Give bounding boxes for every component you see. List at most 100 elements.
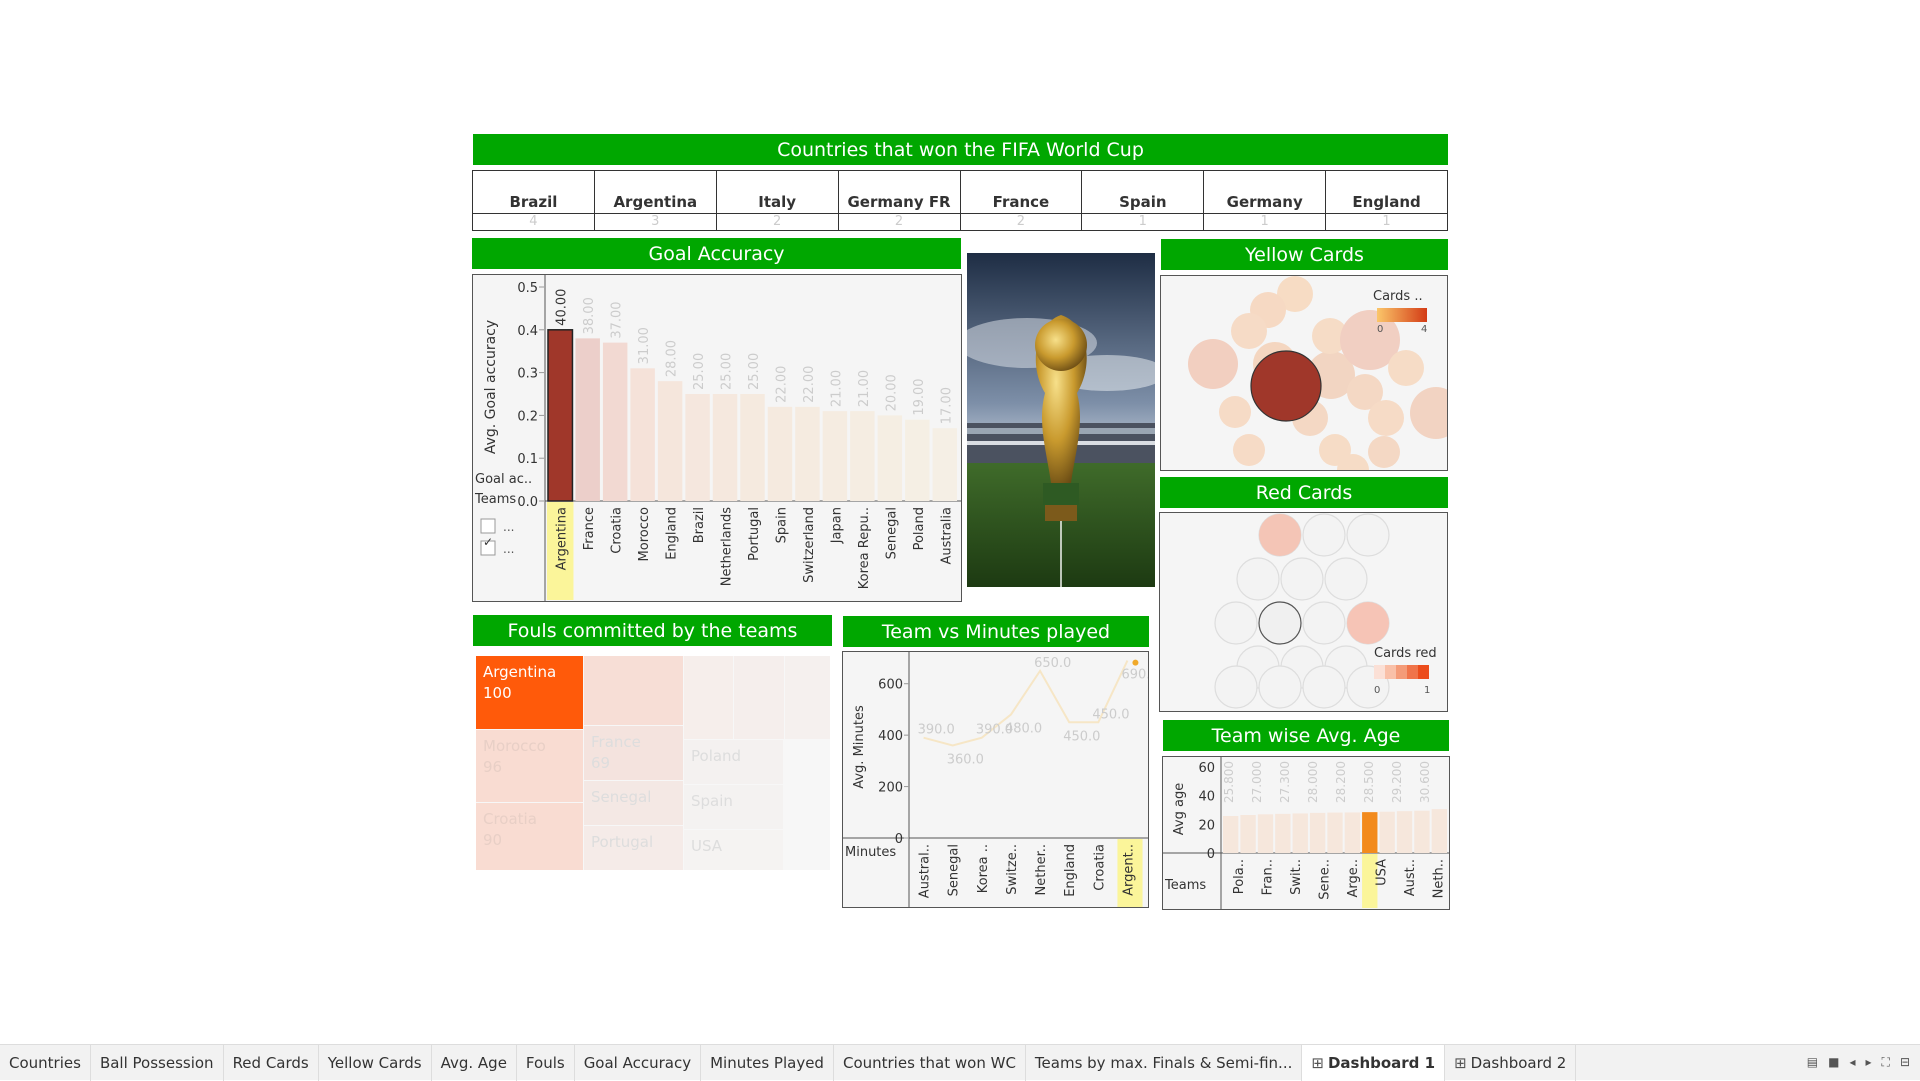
yellow-card-bubble[interactable] — [1188, 339, 1238, 389]
treemap-cell-2[interactable] — [684, 656, 733, 739]
goal-accuracy-chart[interactable]: Avg. Goal accuracy 0.0 0.1 0.2 0.3 0.4 0.5 Goal… — [473, 275, 961, 601]
treemap-cell-morocco[interactable]: Morocco 96 — [476, 730, 583, 802]
red-card-bubble[interactable] — [1280, 557, 1324, 601]
sheet-tab[interactable]: Avg. Age — [432, 1044, 517, 1081]
sheet-tab[interactable]: ⊞ Dashboard 1 — [1302, 1044, 1446, 1081]
red-card-bubble[interactable] — [1302, 601, 1346, 645]
sheet-tab[interactable]: Ball Possession — [91, 1044, 224, 1081]
treemap-cell-spain[interactable]: Spain — [684, 785, 783, 829]
goal-bar-brazil[interactable] — [685, 394, 710, 501]
treemap-cell-croatia[interactable]: Croatia 90 — [476, 803, 583, 870]
fullscreen-icon[interactable]: ⛶ — [1882, 1055, 1890, 1070]
grid-view-icon[interactable]: ▤ — [1807, 1055, 1818, 1070]
yellow-cards-bubbles[interactable]: Cards .. 0 4 — [1161, 276, 1462, 486]
age-bar[interactable] — [1223, 816, 1239, 853]
red-card-bubble[interactable] — [1346, 513, 1390, 557]
present-icon[interactable]: ⊟ — [1900, 1055, 1910, 1070]
goal-bar-switzerland[interactable] — [795, 406, 820, 501]
red-card-bubble[interactable] — [1214, 665, 1258, 709]
age-bar[interactable] — [1362, 812, 1378, 853]
minutes-line-chart[interactable]: Avg. Minutes0200400600Minutes390.0Austra… — [843, 652, 1159, 907]
yellow-card-bubble[interactable] — [1250, 350, 1322, 422]
goal-bar-spain[interactable] — [767, 406, 793, 501]
red-card-bubble[interactable] — [1324, 557, 1368, 601]
goal-bar-netherlands[interactable] — [712, 394, 738, 501]
yellow-card-bubble[interactable] — [1388, 350, 1424, 386]
champion-argentina[interactable]: Argentina 3 — [594, 171, 717, 230]
yellow-card-bubble[interactable] — [1410, 387, 1462, 439]
champion-germany-fr[interactable]: Germany FR 2 — [838, 171, 961, 230]
age-bar[interactable] — [1275, 813, 1291, 853]
sheet-tab[interactable]: Teams by max. Finals & Semi-fin... — [1026, 1044, 1303, 1081]
champion-germany[interactable]: Germany 1 — [1204, 171, 1327, 230]
goal-bar-japan[interactable] — [822, 411, 848, 501]
treemap-cell-4[interactable] — [785, 656, 830, 739]
champion-italy[interactable]: Italy 2 — [716, 171, 839, 230]
treemap-cell-usa[interactable]: USA — [684, 830, 783, 870]
yellow-card-bubble[interactable] — [1231, 313, 1267, 349]
sheet-tab[interactable]: Goal Accuracy — [575, 1044, 702, 1081]
sheet-tab[interactable]: Countries — [0, 1044, 91, 1081]
red-card-bubble[interactable] — [1258, 601, 1302, 645]
sheet-tab[interactable]: Fouls — [517, 1044, 575, 1081]
treemap-cell-france[interactable]: France 69 — [584, 726, 683, 780]
age-bar[interactable] — [1327, 812, 1343, 853]
goal-bar-croatia[interactable] — [602, 342, 628, 501]
champion-france[interactable]: France 2 — [960, 171, 1083, 230]
champion-brazil[interactable]: Brazil 4 — [473, 171, 595, 230]
yellow-card-bubble[interactable] — [1368, 436, 1400, 468]
red-card-bubble[interactable] — [1302, 665, 1346, 709]
treemap-cell-portugal[interactable]: Portugal — [584, 826, 683, 870]
age-bar[interactable] — [1414, 810, 1430, 853]
treemap-cell-3[interactable] — [734, 656, 784, 739]
red-card-bubble[interactable] — [1214, 601, 1258, 645]
champion-england[interactable]: England 1 — [1326, 171, 1447, 230]
treemap-cell-1[interactable] — [584, 656, 683, 725]
next-sheet-icon[interactable]: ▸ — [1866, 1055, 1872, 1070]
age-bar[interactable] — [1257, 814, 1274, 853]
prev-sheet-icon[interactable]: ◂ — [1849, 1055, 1855, 1070]
age-bar[interactable] — [1344, 812, 1361, 853]
red-card-bubble[interactable] — [1302, 513, 1346, 557]
treemap-cell-senegal[interactable]: Senegal — [584, 781, 683, 825]
red-cards-bubbles[interactable]: Cards red 0 1 — [1160, 513, 1447, 711]
goal-bar-argentina[interactable] — [547, 329, 574, 502]
goal-bar-france[interactable] — [575, 338, 600, 501]
yellow-card-bubble[interactable] — [1368, 400, 1404, 436]
goal-bar-poland[interactable] — [905, 419, 930, 501]
age-bar-chart[interactable]: Avg age 0 20 40 60 Teams 25.800 27.000 27.300 28.… — [1163, 757, 1449, 909]
age-bar[interactable] — [1309, 812, 1326, 853]
age-bar[interactable] — [1431, 809, 1447, 853]
single-view-icon[interactable]: ■ — [1828, 1055, 1839, 1070]
yellow-card-bubble[interactable] — [1233, 434, 1265, 466]
sheet-tab[interactable]: Countries that won WC — [834, 1044, 1026, 1081]
goal-bar-senegal[interactable] — [877, 415, 903, 501]
age-bar[interactable] — [1396, 811, 1413, 853]
treemap-cell-poland[interactable]: Poland — [684, 740, 783, 784]
treemap-cell-argentina[interactable]: Argentina 100 — [476, 656, 583, 729]
goal-bar-england[interactable] — [657, 381, 683, 501]
sheet-tabs-bar: Countries Ball Possession Red Cards Yellow … — [0, 1044, 1920, 1081]
sheet-tab[interactable]: Red Cards — [224, 1044, 319, 1081]
filter-checkbox[interactable] — [480, 518, 496, 534]
age-bar[interactable] — [1292, 813, 1308, 853]
goal-bar-korea-repu-[interactable] — [850, 411, 875, 501]
sheet-tab[interactable]: ⊞ Dashboard 2 — [1445, 1044, 1577, 1081]
fouls-treemap[interactable]: Argentina 100 Morocco 96 Croatia 90 France 6… — [476, 656, 830, 870]
sheet-tab[interactable]: Minutes Played — [701, 1044, 834, 1081]
red-card-bubble[interactable] — [1258, 665, 1302, 709]
sheet-tab[interactable]: Yellow Cards — [319, 1044, 432, 1081]
red-card-bubble[interactable] — [1347, 602, 1389, 644]
yellow-card-bubble[interactable] — [1219, 396, 1251, 428]
red-card-bubble[interactable] — [1259, 514, 1301, 556]
minutes-point[interactable] — [1132, 659, 1139, 666]
goal-bar-australia[interactable] — [932, 428, 957, 501]
red-card-bubble[interactable] — [1236, 557, 1280, 601]
goal-bar-portugal[interactable] — [740, 394, 765, 501]
age-bar[interactable] — [1379, 811, 1395, 853]
goal-y-tick: 0.1 — [517, 452, 538, 467]
age-bar[interactable] — [1240, 815, 1256, 853]
goal-bar-morocco[interactable] — [630, 368, 655, 501]
minutes-y-label: Avg. Minutes — [852, 705, 867, 789]
champion-spain[interactable]: Spain 1 — [1082, 171, 1205, 230]
